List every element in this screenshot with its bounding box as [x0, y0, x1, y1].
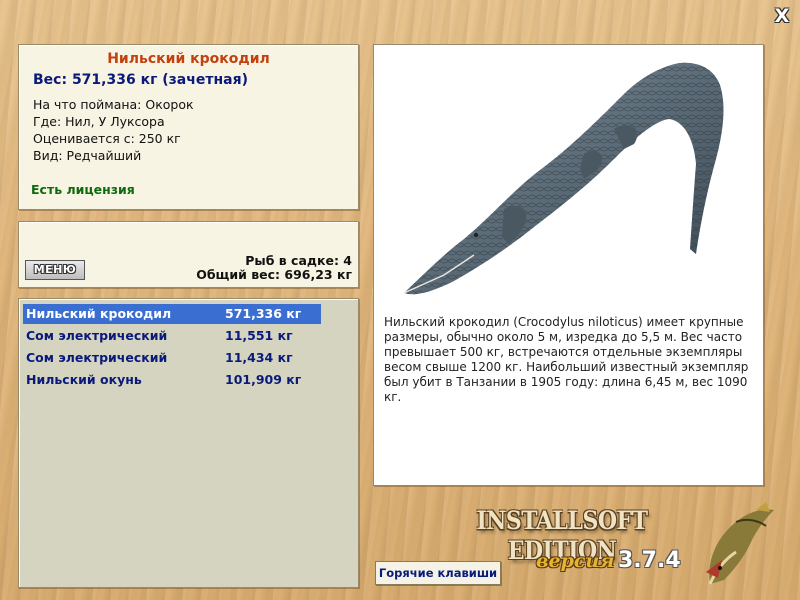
fish-count: Рыб в садке: 4 [245, 253, 352, 268]
valued-from-line: Оценивается с: 250 кг [33, 131, 181, 146]
list-item[interactable]: Нильский крокодил 571,336 кг [23, 304, 321, 324]
location-line: Где: Нил, У Луксора [33, 114, 165, 129]
menu-button[interactable]: МЕНЮ [25, 260, 85, 280]
fish-name: Нильский крокодил [107, 51, 270, 67]
cage-panel: МЕНЮ Рыб в садке: 4 Общий вес: 696,23 кг [18, 221, 359, 288]
close-icon: X [774, 5, 790, 27]
fish-detail-panel: Нильский крокодил (Crocodylus niloticus)… [373, 44, 764, 486]
list-item[interactable]: Нильский окунь 101,909 кг [23, 370, 321, 390]
close-button[interactable]: X [772, 6, 792, 26]
version-number: 3.7.4 [618, 548, 681, 573]
pike-fish-logo [706, 502, 774, 585]
list-item-name: Сом электрический [26, 328, 168, 343]
license-status: Есть лицензия [31, 182, 135, 197]
total-weight: Общий вес: 696,23 кг [196, 267, 352, 282]
bait-line: На что поймана: Окорок [33, 97, 194, 112]
list-item-name: Сом электрический [26, 350, 168, 365]
list-item-name: Нильский крокодил [26, 306, 172, 321]
list-item-weight: 571,336 кг [225, 306, 302, 321]
version-label: версия [536, 550, 615, 572]
list-item-weight: 11,434 кг [225, 350, 293, 365]
catch-list: Нильский крокодил 571,336 кг Сом электри… [18, 298, 359, 588]
hotkeys-button[interactable]: Горячие клавиши [375, 561, 501, 585]
list-item[interactable]: Сом электрический 11,434 кг [23, 348, 321, 368]
rarity-line: Вид: Редчайший [33, 148, 142, 163]
fish-description: Нильский крокодил (Crocodylus niloticus)… [384, 315, 749, 404]
list-item-weight: 11,551 кг [225, 328, 293, 343]
fish-weight: Вес: 571,336 кг (зачетная) [33, 72, 248, 88]
list-item-weight: 101,909 кг [225, 372, 302, 387]
fish-info-panel: Нильский крокодил Вес: 571,336 кг (зачет… [18, 44, 359, 210]
list-item[interactable]: Сом электрический 11,551 кг [23, 326, 321, 346]
list-item-name: Нильский окунь [26, 372, 142, 387]
crocodile-image [403, 62, 724, 295]
